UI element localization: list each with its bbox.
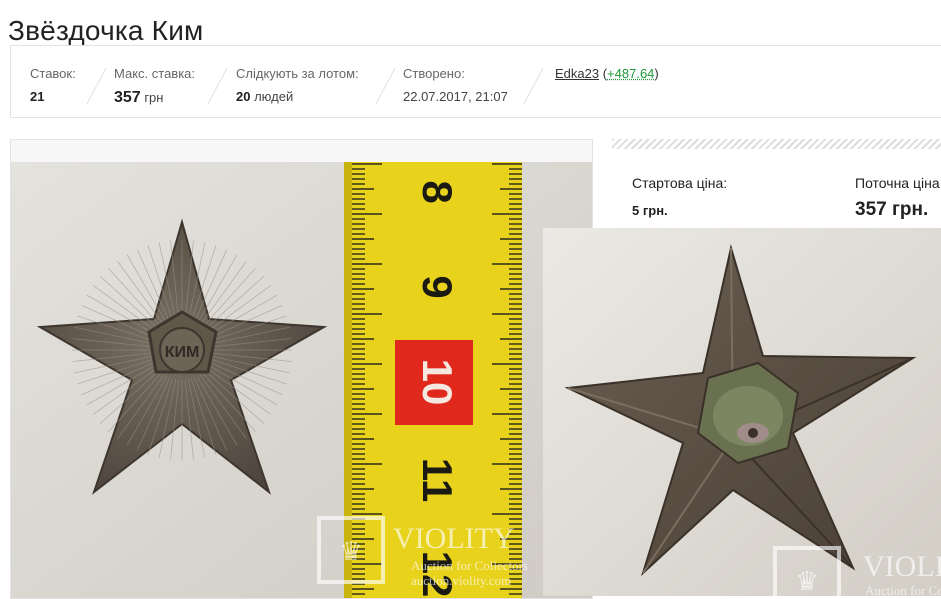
star-back-photo: ♛ VIOLITY Auction for Collectors — [543, 228, 941, 596]
current-price-label: Поточна ціна — [855, 175, 940, 191]
max-bid-stat: Макс. ставка: 357 грн — [114, 66, 195, 107]
start-price-value: 5 грн. — [632, 203, 668, 218]
rating-open-paren: ( — [599, 66, 608, 81]
rating-close-paren: ) — [654, 66, 659, 81]
current-price-value: 357 грн. — [855, 199, 929, 220]
badge-text: КИМ — [165, 344, 200, 361]
main-photo[interactable]: 8 9 10 11 12 КИМ ♛ VIOLITY Auction for Colle… — [10, 139, 593, 599]
watchers-label: Слідкують за лотом: — [236, 66, 359, 81]
stat-divider — [523, 68, 544, 104]
bids-value: 21 — [30, 89, 45, 104]
lot-title: Звёздочка Ким — [8, 14, 204, 46]
star-front-photo: 89101112 КИМ ♛ VIOLITY Auction for Colle… — [11, 162, 592, 598]
start-price-label: Стартова ціна: — [632, 175, 728, 191]
watchers-suffix: людей — [250, 89, 294, 104]
watermark-url: auction.violity.com — [411, 573, 511, 588]
watermark-tagline: Auction for Collectors — [411, 558, 528, 573]
seller-info: Edka23 (+487.64) — [555, 66, 659, 81]
created-stat: Створено: 22.07.2017, 21:07 — [403, 66, 508, 104]
seller-name-link[interactable]: Edka23 — [555, 66, 599, 81]
back-photo-popup[interactable]: ♛ VIOLITY Auction for Collectors — [543, 228, 941, 596]
bids-stat: Ставок: 21 — [30, 66, 76, 104]
ruler-number: 8 — [414, 180, 461, 203]
seller-rating-link[interactable]: +487.64 — [607, 66, 654, 81]
max-bid-label: Макс. ставка: — [114, 66, 196, 81]
hatched-divider — [612, 139, 941, 149]
watchers-stat: Слідкують за лотом: 20 людей — [236, 66, 359, 104]
watermark-brand: VIOLITY — [393, 522, 515, 555]
created-value: 22.07.2017, 21:07 — [403, 89, 508, 104]
max-bid-currency: грн — [140, 90, 164, 105]
ruler-number: 9 — [414, 275, 461, 298]
price-panel: Стартова ціна: 5 грн. Поточна ціна 357 г… — [612, 155, 941, 230]
stat-divider — [207, 68, 228, 104]
watermark-brand: VIOLITY — [863, 550, 941, 583]
created-label: Створено: — [403, 66, 465, 81]
stat-divider — [375, 68, 396, 104]
watermark-tagline: Auction for Collectors — [865, 583, 941, 596]
bids-label: Ставок: — [30, 66, 76, 81]
stat-divider — [86, 68, 107, 104]
watchers-value: 20 — [236, 89, 251, 104]
crown-icon: ♛ — [795, 567, 818, 596]
lot-stats-bar: Ставок: 21 Макс. ставка: 357 грн Слідкую… — [10, 45, 941, 118]
crown-icon: ♛ — [339, 537, 362, 566]
ruler-number: 11 — [414, 458, 461, 502]
ruler-number: 10 — [414, 359, 461, 406]
max-bid-value: 357 — [114, 89, 141, 106]
